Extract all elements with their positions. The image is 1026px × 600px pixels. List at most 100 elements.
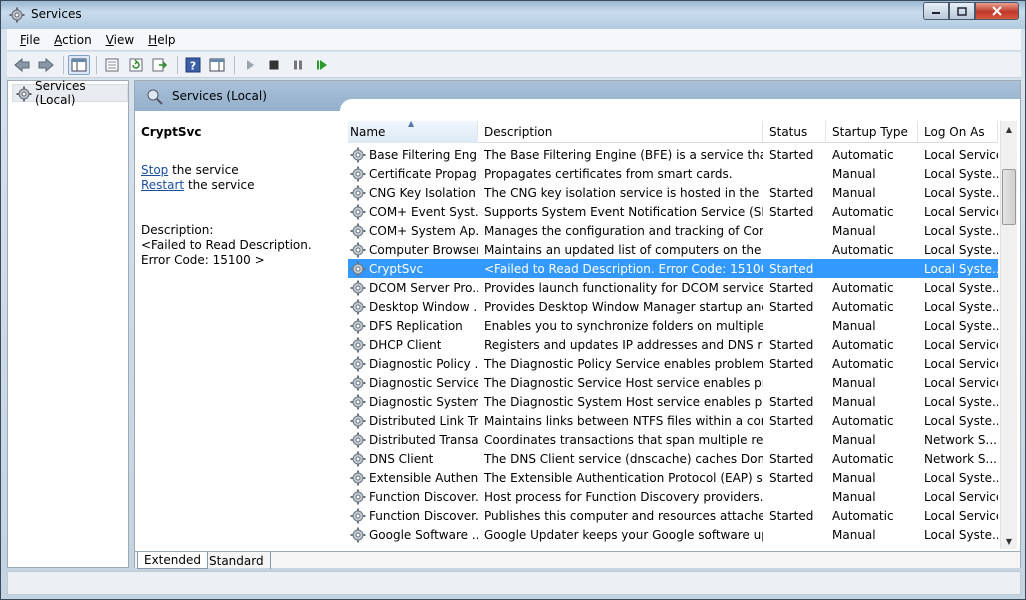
- scroll-thumb[interactable]: [1002, 169, 1016, 225]
- close-button[interactable]: [975, 2, 1019, 20]
- cell-description: Provides launch functionality for DCOM s…: [484, 280, 763, 295]
- table-row[interactable]: Diagnostic System... The Diagnostic Syste…: [348, 392, 998, 411]
- window-title: Services: [31, 7, 82, 21]
- cell-name: Certificate Propag...: [348, 164, 478, 183]
- menu-view[interactable]: View: [99, 33, 141, 47]
- cell-status: [763, 373, 826, 392]
- table-row[interactable]: Base Filtering Engi... The Base Filtering…: [348, 145, 998, 164]
- cell-status: Started: [769, 394, 814, 409]
- menu-help[interactable]: Help: [141, 33, 182, 47]
- table-row[interactable]: CryptSvc <Failed to Read Description. Err…: [348, 259, 998, 278]
- help-button[interactable]: ?: [182, 55, 204, 75]
- table-row[interactable]: Certificate Propag... Propagates certific…: [348, 164, 998, 183]
- column-header-name[interactable]: ▲ Name: [348, 121, 478, 143]
- stop-service-button[interactable]: [263, 55, 285, 75]
- table-row[interactable]: DNS Client The DNS Client service (dnscac…: [348, 449, 998, 468]
- back-button[interactable]: [11, 55, 33, 75]
- cell-status: [763, 525, 826, 544]
- cell-description: Provides Desktop Window Manager startup …: [484, 299, 763, 314]
- show-hide-console-tree-button[interactable]: [68, 54, 90, 75]
- cell-status: [763, 430, 826, 449]
- cell-name: COM+ System Ap...: [348, 221, 478, 240]
- table-row[interactable]: Extensible Authen... The Extensible Authe…: [348, 468, 998, 487]
- service-gear-icon: [350, 508, 366, 523]
- export-list-button[interactable]: [149, 55, 171, 75]
- action-pane-button[interactable]: [206, 55, 228, 75]
- column-label: Description: [484, 125, 553, 139]
- start-service-button[interactable]: [239, 55, 261, 75]
- scroll-down-arrow-icon[interactable]: ▼: [1001, 533, 1017, 549]
- table-row[interactable]: Function Discover... Publishes this compu…: [348, 506, 998, 525]
- cell-log-on-as: Local Syste...: [924, 261, 998, 276]
- forward-button[interactable]: [35, 55, 57, 75]
- service-name: DNS Client: [369, 451, 434, 466]
- restart-action: Restart the service: [141, 178, 341, 193]
- table-row[interactable]: Desktop Window ... Provides Desktop Windo…: [348, 297, 998, 316]
- cell-startup-type: Automatic: [832, 413, 894, 428]
- tab-standard[interactable]: Standard: [203, 552, 271, 569]
- menu-action[interactable]: Action: [47, 33, 99, 47]
- service-name: COM+ System Ap...: [369, 223, 478, 238]
- service-gear-icon: [350, 527, 366, 542]
- service-name: Diagnostic Policy ...: [369, 356, 478, 371]
- cell-log-on-as: Local Syste...: [924, 299, 998, 314]
- table-row[interactable]: Diagnostic Service... The Diagnostic Serv…: [348, 373, 998, 392]
- search-icon: [147, 89, 163, 105]
- cell-status: [763, 164, 826, 183]
- table-row[interactable]: Diagnostic Policy ... The Diagnostic Poli…: [348, 354, 998, 373]
- restart-service-button[interactable]: [311, 55, 333, 75]
- service-name: Diagnostic System...: [369, 394, 478, 409]
- cell-status: Started: [769, 204, 814, 219]
- table-row[interactable]: DHCP Client Registers and updates IP addr…: [348, 335, 998, 354]
- title-bar[interactable]: Services: [1, 1, 1025, 29]
- cell-status: Started: [769, 261, 814, 276]
- column-header-startup-type[interactable]: Startup Type: [826, 121, 918, 143]
- description-text: <Failed to Read Description. Error Code:…: [141, 238, 312, 267]
- table-row[interactable]: DFS Replication Enables you to synchroniz…: [348, 316, 998, 335]
- vertical-scrollbar[interactable]: ▲ ▼: [1000, 121, 1017, 549]
- cell-description: Publishes this computer and resources at…: [484, 508, 763, 523]
- maximize-button[interactable]: [949, 2, 975, 20]
- table-row[interactable]: CNG Key Isolation The CNG key isolation s…: [348, 183, 998, 202]
- cell-log-on-as: Local Syste...: [924, 242, 998, 257]
- restart-link[interactable]: Restart: [141, 178, 184, 192]
- properties-button[interactable]: [101, 55, 123, 75]
- minimize-button[interactable]: [923, 2, 949, 20]
- cell-startup-type: Manual: [832, 223, 876, 238]
- table-row[interactable]: Computer Browser Maintains an updated lis…: [348, 240, 998, 259]
- cell-name: Distributed Transa...: [348, 430, 478, 449]
- table-row[interactable]: Distributed Link Tr... Maintains links be…: [348, 411, 998, 430]
- column-header-status[interactable]: Status: [763, 121, 826, 143]
- table-row[interactable]: Google Software ... Google Updater keeps …: [348, 525, 998, 544]
- column-label: Startup Type: [832, 125, 908, 139]
- column-header-log-on-as[interactable]: Log On As: [918, 121, 998, 143]
- service-gear-icon: [350, 451, 366, 466]
- cell-log-on-as: Local Service: [924, 337, 998, 352]
- restart-icon: [317, 59, 327, 70]
- toolbar: ?: [7, 52, 1021, 78]
- tab-extended[interactable]: Extended: [137, 552, 208, 569]
- cell-startup-type: Automatic: [832, 280, 894, 295]
- scroll-up-arrow-icon[interactable]: ▲: [1001, 121, 1017, 137]
- table-row[interactable]: Function Discover... Host process for Fun…: [348, 487, 998, 506]
- column-label: Name: [350, 125, 386, 139]
- column-header-description[interactable]: Description: [478, 121, 763, 143]
- table-row[interactable]: COM+ Event Syst... Supports System Event …: [348, 202, 998, 221]
- cell-description: <Failed to Read Description. Error Code:…: [484, 261, 763, 276]
- cell-startup-type: Manual: [832, 432, 876, 447]
- tree-item-services-local[interactable]: Services (Local): [12, 79, 128, 107]
- menu-file[interactable]: File: [13, 33, 47, 47]
- stop-link[interactable]: Stop: [141, 163, 168, 177]
- cell-description: The CNG key isolation service is hosted …: [484, 185, 763, 200]
- table-row[interactable]: Distributed Transa... Coordinates transac…: [348, 430, 998, 449]
- status-bar: [7, 571, 1021, 595]
- table-row[interactable]: DCOM Server Pro... Provides launch functi…: [348, 278, 998, 297]
- extended-detail-panel: CryptSvc Stop the service Restart the se…: [141, 125, 341, 268]
- cell-status: Started: [769, 299, 814, 314]
- refresh-button[interactable]: [125, 55, 147, 75]
- pane-header: Services (Local): [135, 81, 1020, 111]
- table-row[interactable]: COM+ System Ap... Manages the configurati…: [348, 221, 998, 240]
- pause-service-button[interactable]: [287, 55, 309, 75]
- cell-description: The Diagnostic Policy Service enables pr…: [484, 356, 763, 371]
- service-gear-icon: [350, 318, 366, 333]
